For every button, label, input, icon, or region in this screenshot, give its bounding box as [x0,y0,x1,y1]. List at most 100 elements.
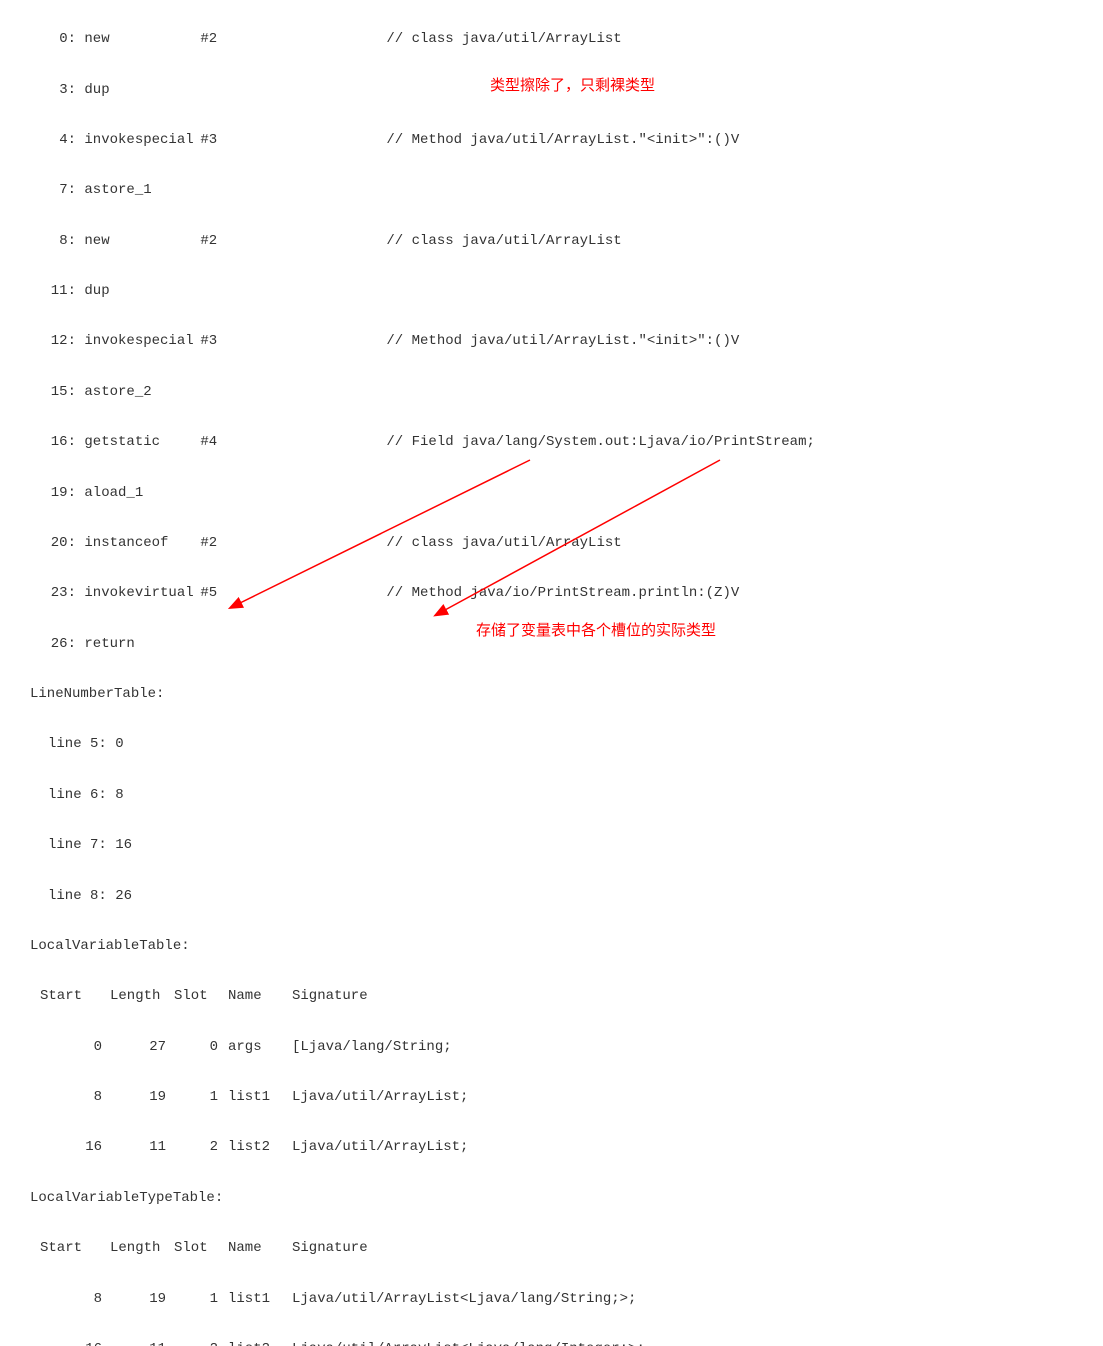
col-slot: Slot [166,1236,218,1261]
comment: // Field java/lang/System.out:Ljava/io/P… [386,430,814,455]
opcode: invokespecial [84,329,200,354]
opcode: new [84,229,200,254]
opcode: aload_1 [84,481,143,506]
bytecode-row: 7: astore_1 [0,178,1103,203]
offset: 11: [30,279,76,304]
cell-name: list1 [218,1287,284,1312]
cell-slot: 2 [166,1135,218,1160]
cell-slot: 2 [166,1337,218,1346]
cell-start: 8 [40,1085,102,1110]
col-start: Start [40,1236,102,1261]
cell-length: 19 [102,1287,166,1312]
col-length: Length [102,984,166,1009]
offset: 15: [30,380,76,405]
col-length: Length [102,1236,166,1261]
table-row: 16112list2Ljava/util/ArrayList<Ljava/lan… [0,1337,1103,1346]
col-name: Name [218,984,284,1009]
comment: // Method java/util/ArrayList."<init>":(… [386,329,739,354]
cell-sig: Ljava/util/ArrayList<Ljava/lang/Integer;… [284,1337,645,1346]
line-entry: line 7: 16 [0,833,1103,858]
table-row: 8191list1Ljava/util/ArrayList<Ljava/lang… [0,1287,1103,1312]
table-row: 16112list2Ljava/util/ArrayList; [0,1135,1103,1160]
bytecode-row: 11: dup [0,279,1103,304]
cell-length: 11 [102,1135,166,1160]
opcode: return [84,632,134,657]
cell-name: args [218,1035,284,1060]
col-sig: Signature [284,984,368,1009]
cell-slot: 0 [166,1035,218,1060]
operand: #2 [200,27,386,52]
offset: 20: [30,531,76,556]
cell-sig: Ljava/util/ArrayList; [284,1135,468,1160]
offset: 12: [30,329,76,354]
bytecode-row: 23: invokevirtual#5// Method java/io/Pri… [0,581,1103,606]
opcode: getstatic [84,430,200,455]
opcode: dup [84,78,109,103]
operand: #2 [200,229,386,254]
offset: 3: [30,78,76,103]
opcode: new [84,27,200,52]
offset: 4: [30,128,76,153]
cell-slot: 1 [166,1085,218,1110]
operand: #5 [200,581,386,606]
opcode: astore_2 [84,380,151,405]
col-sig: Signature [284,1236,368,1261]
operand: #2 [200,531,386,556]
line-entry: line 8: 26 [0,884,1103,909]
operand: #3 [200,329,386,354]
line-number-table-header: LineNumberTable: [0,682,1103,707]
bytecode-row: 12: invokespecial#3// Method java/util/A… [0,329,1103,354]
bytecode-row: 8: new#2// class java/util/ArrayList [0,229,1103,254]
table-header: StartLengthSlotNameSignature [0,984,1103,1009]
table-row: 8191list1Ljava/util/ArrayList; [0,1085,1103,1110]
comment: // class java/util/ArrayList [386,531,621,556]
col-slot: Slot [166,984,218,1009]
comment: // Method java/util/ArrayList."<init>":(… [386,128,739,153]
cell-length: 19 [102,1085,166,1110]
cell-start: 16 [40,1135,102,1160]
line-entry: line 6: 8 [0,783,1103,808]
offset: 8: [30,229,76,254]
cell-sig: Ljava/util/ArrayList; [284,1085,468,1110]
cell-sig: [Ljava/lang/String; [284,1035,452,1060]
bytecode-row: 0: new#2// class java/util/ArrayList [0,27,1103,52]
bytecode-row: 19: aload_1 [0,481,1103,506]
opcode: invokespecial [84,128,200,153]
col-name: Name [218,1236,284,1261]
cell-name: list1 [218,1085,284,1110]
offset: 7: [30,178,76,203]
col-start: Start [40,984,102,1009]
local-var-type-table-header: LocalVariableTypeTable: [0,1186,1103,1211]
bytecode-listing: 0: new#2// class java/util/ArrayList 3: … [0,2,1103,1346]
opcode: instanceof [84,531,200,556]
opcode: dup [84,279,109,304]
cell-start: 16 [40,1337,102,1346]
cell-slot: 1 [166,1287,218,1312]
cell-name: list2 [218,1337,284,1346]
offset: 23: [30,581,76,606]
annotation-type-erasure: 类型擦除了，只剩裸类型 [490,72,655,99]
bytecode-row: 4: invokespecial#3// Method java/util/Ar… [0,128,1103,153]
table-row: 0270args[Ljava/lang/String; [0,1035,1103,1060]
offset: 26: [30,632,76,657]
comment: // Method java/io/PrintStream.println:(Z… [386,581,739,606]
bytecode-row: 16: getstatic#4// Field java/lang/System… [0,430,1103,455]
comment: // class java/util/ArrayList [386,27,621,52]
annotation-slot-types: 存储了变量表中各个槽位的实际类型 [476,617,716,644]
operand: #3 [200,128,386,153]
offset: 0: [30,27,76,52]
comment: // class java/util/ArrayList [386,229,621,254]
bytecode-row: 20: instanceof#2// class java/util/Array… [0,531,1103,556]
table-header: StartLengthSlotNameSignature [0,1236,1103,1261]
cell-length: 27 [102,1035,166,1060]
cell-sig: Ljava/util/ArrayList<Ljava/lang/String;>… [284,1287,636,1312]
line-entry: line 5: 0 [0,732,1103,757]
bytecode-row: 15: astore_2 [0,380,1103,405]
offset: 19: [30,481,76,506]
cell-start: 8 [40,1287,102,1312]
cell-length: 11 [102,1337,166,1346]
opcode: astore_1 [84,178,151,203]
local-var-table-header: LocalVariableTable: [0,934,1103,959]
offset: 16: [30,430,76,455]
operand: #4 [200,430,386,455]
